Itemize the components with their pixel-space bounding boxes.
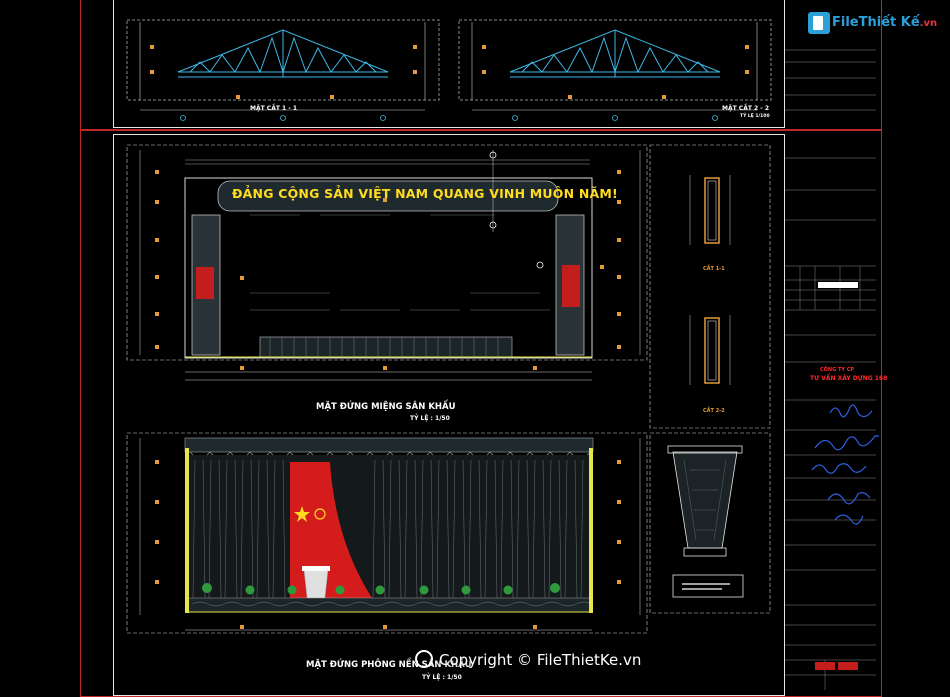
truss-grid-bubbles <box>180 115 718 121</box>
stage-backdrop-scale: TỶ LỆ : 1/50 <box>422 674 462 681</box>
stage-slogan: ĐẢNG CỘNG SẢN VIỆT NAM QUANG VINH MUÔN N… <box>232 186 618 201</box>
stage-backdrop-elevation <box>126 432 648 634</box>
brand-logo[interactable]: FileThiết Kế.vn <box>808 8 937 38</box>
detail-cuts <box>649 144 771 429</box>
section-scale: TỶ LỆ 1/100 <box>740 114 770 119</box>
truss-section-left <box>126 19 440 101</box>
company-line-1: CÔNG TY CP <box>820 367 855 373</box>
signatures <box>811 404 879 525</box>
watermark-text: Copyright © FileThietKe.vn <box>439 651 642 669</box>
detail-cut-b-label: CẮT 2-2 <box>703 408 725 414</box>
stage-front-elevation <box>126 144 648 381</box>
section-1-title: MẶT CẮT 1 - 1 <box>250 105 298 112</box>
stage-front-scale: TỶ LỆ : 1/50 <box>410 415 450 422</box>
cad-drawing <box>126 19 879 690</box>
section-2-title: MẶT CẮT 2 - 2 <box>722 105 770 112</box>
copyright-watermark: Copyright © FileThietKe.vn <box>415 650 641 669</box>
detail-cut-a-label: CẮT 1-1 <box>703 266 725 272</box>
file-icon <box>808 12 830 34</box>
stage-front-title: MẶT ĐỨNG MIỆNG SÂN KHẤU <box>316 402 456 412</box>
podium-detail <box>649 432 771 614</box>
copyright-icon <box>415 650 433 668</box>
brand-name: FileThiết Kế <box>832 15 920 30</box>
company-line-2: TƯ VẤN XÂY DỰNG 168 <box>810 375 888 382</box>
brand-ext: .vn <box>919 18 938 29</box>
truss-section-right <box>458 19 772 101</box>
title-block-fills <box>815 282 858 670</box>
